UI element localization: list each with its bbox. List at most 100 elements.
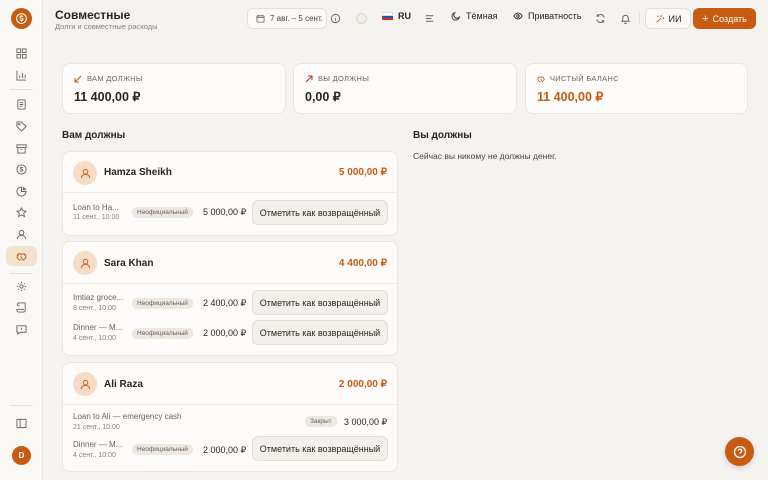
info-icon [330, 13, 340, 23]
user-icon [80, 168, 90, 178]
summary-card-i-owe: ВЫ ДОЛЖНЫ 0,00 ₽ [293, 63, 517, 114]
debt-date: 4 сент., 10:00 [73, 452, 116, 459]
align-left-icon [425, 14, 433, 22]
sidebar-item-analytics[interactable] [6, 65, 37, 85]
header-divider [639, 12, 640, 25]
sidebar-item-archive[interactable] [6, 138, 37, 158]
sidebar-item-reports[interactable] [6, 181, 37, 201]
refresh-icon [595, 13, 605, 23]
person-card: Sara Khan 4 400,00 ₽ Imtiaz groce... 8 с… [62, 241, 398, 356]
person-avatar [73, 251, 97, 275]
handshake-icon [537, 76, 545, 82]
theme-toggle-button[interactable]: Тёмная [451, 11, 498, 21]
debt-date: 4 сент., 10:00 [73, 335, 116, 342]
russia-flag-icon [382, 12, 393, 20]
page-title: Совместные [55, 8, 131, 22]
debt-amount: 5 000,00 ₽ [203, 207, 247, 217]
person-total: 2 000,00 ₽ [338, 379, 387, 390]
empty-state-message: Сейчас вы никому не должны денег. [413, 151, 557, 161]
notifications-button[interactable] [619, 12, 631, 24]
sidebar-divider [10, 273, 33, 274]
summary-label: ЧИСТЫЙ БАЛАНС [537, 74, 619, 83]
info-button[interactable] [329, 12, 341, 24]
plus-icon: + [702, 12, 709, 25]
person-name: Ali Raza [104, 379, 143, 390]
archive-icon [16, 143, 27, 154]
user-icon [16, 229, 27, 239]
date-range-label: 7 авг. – 5 сент. [270, 14, 323, 23]
sidebar-item-feedback[interactable] [6, 319, 37, 339]
sidebar-item-money[interactable] [6, 159, 37, 179]
sidebar-item-contacts[interactable] [6, 224, 37, 244]
mark-repaid-button[interactable]: Отметить как возвращённый [252, 436, 388, 461]
calendar-icon [256, 14, 265, 23]
summary-label-text: ВЫ ДОЛЖНЫ [318, 74, 370, 83]
arrow-down-left-icon [74, 75, 82, 83]
debt-date: 21 сент., 10:00 [73, 424, 120, 431]
sidebar-item-shared[interactable] [6, 246, 37, 266]
mark-repaid-button[interactable]: Отметить как возвращённый [252, 290, 388, 315]
person-name: Hamza Sheikh [104, 167, 172, 178]
theme-label: Тёмная [466, 11, 498, 21]
help-button[interactable] [725, 437, 754, 466]
sidebar-item-dashboard[interactable] [6, 43, 37, 63]
sidebar-item-settings[interactable] [6, 276, 37, 296]
ai-button[interactable]: ИИ [645, 8, 691, 29]
summary-value: 0,00 ₽ [305, 90, 341, 104]
sidebar-collapse-button[interactable] [6, 413, 37, 433]
person-card: Hamza Sheikh 5 000,00 ₽ Loan to Ha... 11… [62, 151, 398, 236]
summary-card-net-balance: ЧИСТЫЙ БАЛАНС 11 400,00 ₽ [525, 63, 748, 114]
person-card: Ali Raza 2 000,00 ₽ Loan to Ali — emerge… [62, 362, 398, 472]
person-name: Sara Khan [104, 258, 154, 269]
handshake-icon [16, 252, 27, 261]
status-badge: Неофициальный [132, 444, 193, 455]
pie-chart-icon [16, 185, 27, 197]
summary-label: ВЫ ДОЛЖНЫ [305, 74, 369, 83]
help-icon [733, 445, 746, 458]
user-icon [80, 258, 90, 268]
language-selector[interactable]: RU [382, 11, 411, 21]
app-logo[interactable] [11, 8, 32, 29]
eye-icon [513, 12, 523, 20]
status-toggle[interactable] [356, 13, 367, 24]
summary-value: 11 400,00 ₽ [537, 90, 604, 104]
status-badge: Неофициальный [132, 328, 193, 339]
summary-label: ВАМ ДОЛЖНЫ [74, 74, 143, 83]
debt-amount: 2 000,00 ₽ [203, 328, 247, 338]
sidebar-item-favorites[interactable] [6, 202, 37, 222]
sidebar-item-tags[interactable] [6, 116, 37, 136]
sidebar-item-documents[interactable] [6, 94, 37, 114]
person-total: 4 400,00 ₽ [338, 258, 387, 269]
scroll-icon [16, 301, 26, 313]
privacy-label: Приватность [528, 11, 582, 21]
section-title-i-owe: Вы должны [413, 130, 472, 141]
moon-icon [451, 11, 461, 21]
sidebar-divider [10, 405, 33, 406]
refresh-button[interactable] [594, 12, 606, 24]
grid-icon [16, 47, 27, 59]
sidebar-item-scroll[interactable] [6, 297, 37, 317]
privacy-toggle-button[interactable]: Приватность [513, 11, 581, 21]
debt-title: Dinner — M... [73, 323, 123, 332]
mark-repaid-button[interactable]: Отметить как возвращённый [252, 320, 388, 345]
summary-card-owed-to-me: ВАМ ДОЛЖНЫ 11 400,00 ₽ [62, 63, 286, 114]
page-subtitle: Долги и совместные расходы [55, 22, 158, 31]
user-avatar[interactable]: D [12, 446, 31, 465]
create-button[interactable]: + Создать [693, 8, 756, 29]
debt-title: Loan to Ali — emergency cash [73, 412, 182, 421]
mark-repaid-button[interactable]: Отметить как возвращённый [252, 200, 388, 225]
debt-amount: 2 000,00 ₽ [203, 445, 247, 455]
menu-button[interactable] [423, 12, 435, 24]
bar-chart-icon [16, 70, 27, 81]
person-avatar [73, 372, 97, 396]
sparkle-icon [655, 14, 664, 23]
sidebar-toggle-icon [16, 418, 27, 428]
date-range-picker[interactable]: 7 авг. – 5 сент. [247, 8, 327, 29]
arrow-up-right-icon [305, 74, 313, 82]
debt-date: 8 сент., 10:00 [73, 305, 116, 312]
tag-icon [16, 120, 27, 132]
document-icon [17, 98, 26, 110]
create-label: Создать [712, 13, 747, 24]
summary-value: 11 400,00 ₽ [74, 90, 141, 104]
debt-title: Dinner — M... [73, 440, 123, 449]
